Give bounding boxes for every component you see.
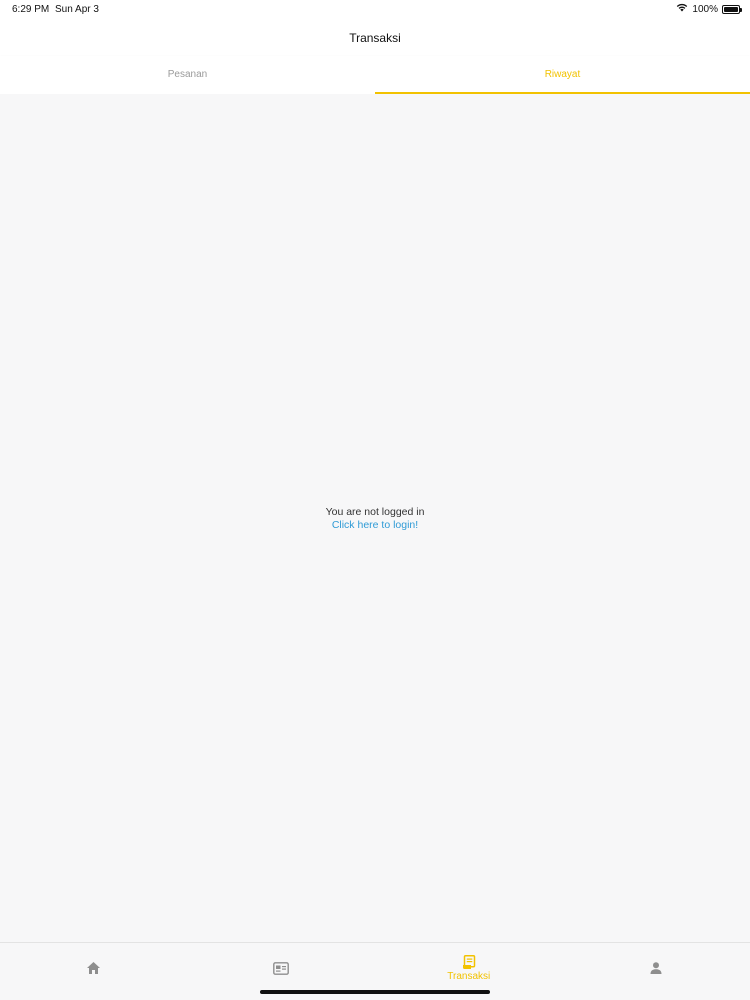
nav-profile[interactable] (563, 943, 750, 993)
login-prompt: You are not logged in Click here to logi… (0, 506, 750, 532)
nav-home[interactable] (0, 943, 188, 993)
receipt-icon (462, 954, 476, 970)
wifi-icon (676, 3, 688, 15)
tab-riwayat[interactable]: Riwayat (375, 56, 750, 94)
main-content: You are not logged in Click here to logi… (0, 94, 750, 942)
home-icon (86, 961, 101, 975)
status-date: Sun Apr 3 (55, 4, 99, 15)
page-title: Transaksi (349, 31, 401, 45)
battery-icon (722, 4, 742, 14)
tab-bar: Pesanan Riwayat (0, 56, 750, 94)
card-icon (273, 961, 290, 975)
battery-percent: 100% (692, 3, 718, 15)
not-logged-in-text: You are not logged in (325, 506, 425, 518)
nav-transaksi-label: Transaksi (447, 970, 491, 982)
nav-transaksi[interactable]: Transaksi (375, 943, 563, 993)
home-indicator (260, 990, 490, 994)
person-icon (649, 961, 663, 975)
status-time: 6:29 PM (12, 4, 50, 15)
header: Transaksi (0, 20, 750, 56)
tab-pesanan[interactable]: Pesanan (0, 56, 375, 94)
status-right: 100% (676, 3, 742, 15)
battery-fill (724, 6, 738, 12)
status-bar: 6:29 PM Sun Apr 3 100% (0, 0, 750, 20)
login-link[interactable]: Click here to login! (0, 519, 750, 532)
app-root: 6:29 PM Sun Apr 3 100% Transaksi Pesanan… (0, 0, 750, 1000)
nav-card[interactable] (188, 943, 376, 993)
